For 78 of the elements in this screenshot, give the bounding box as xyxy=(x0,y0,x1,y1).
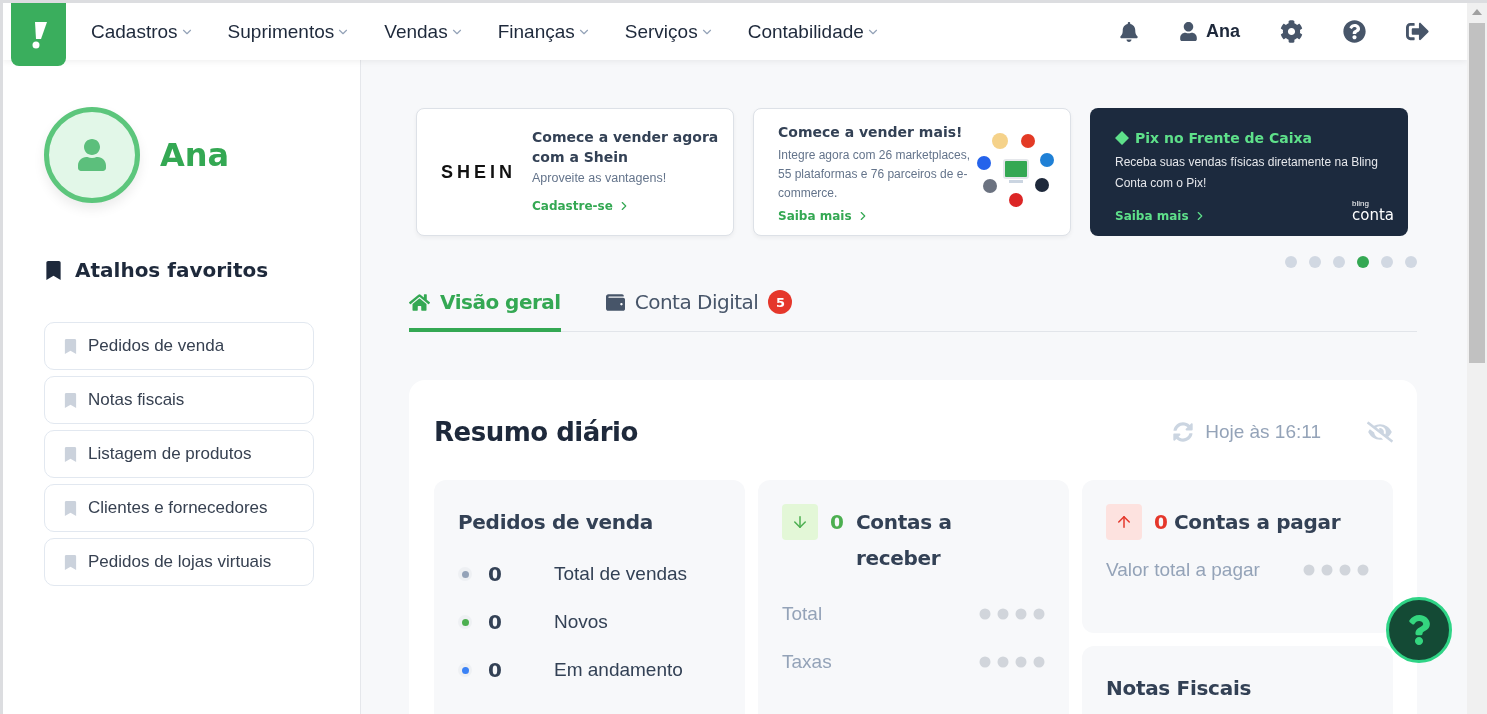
panel-title: Contas a receber xyxy=(855,509,953,572)
scrollbar[interactable] xyxy=(1467,3,1487,714)
user-menu[interactable]: Ana xyxy=(1159,21,1260,42)
panel-title: Contas a pagar xyxy=(1173,509,1341,536)
settings-icon xyxy=(1280,20,1303,43)
banner-title: Comece a vender mais! xyxy=(778,123,964,142)
help-icon xyxy=(1343,20,1366,43)
favorite-shortcut[interactable]: Notas fiscais xyxy=(44,376,314,424)
logout-icon xyxy=(1406,20,1429,43)
carousel-dot[interactable] xyxy=(1381,256,1393,268)
arrow-up-icon xyxy=(1115,513,1133,531)
count-badge: 5 xyxy=(768,290,793,314)
promo-banner[interactable]: Comece a vender mais! Integre agora com 26 marketplaces, 55 plataformas e 76 parceiros de e-commerce. Saiba mais xyxy=(753,108,1071,236)
order-count: 0 xyxy=(488,610,503,634)
bookmark-icon xyxy=(63,338,78,354)
carousel-dot[interactable] xyxy=(1405,256,1417,268)
nav-menu[interactable]: Suprimentos xyxy=(210,20,368,43)
card-title: Resumo diário xyxy=(434,417,639,447)
nav-menu[interactable]: Serviços xyxy=(607,20,731,43)
home-icon xyxy=(409,291,430,313)
pix-icon xyxy=(1115,131,1129,145)
favorite-shortcut[interactable]: Pedidos de venda xyxy=(44,322,314,370)
hidden-value-icon xyxy=(979,608,1045,620)
hidden-value-icon xyxy=(1303,564,1369,576)
wallet-icon xyxy=(605,292,625,312)
row-label: Taxas xyxy=(782,651,832,673)
brand-logo: SHEIN xyxy=(440,161,517,183)
row-label: Total de vendas xyxy=(554,563,688,585)
row-label: Valor total a pagar xyxy=(1106,559,1260,581)
row-label: Novos xyxy=(554,611,608,633)
banner-text: Integre agora com 26 marketplaces, 55 plataformas e 76 parceiros de e-commerce. xyxy=(778,147,972,202)
order-count: 0 xyxy=(488,658,503,682)
hidden-value-icon xyxy=(979,656,1045,668)
favorite-shortcut[interactable]: Listagem de produtos xyxy=(44,430,314,478)
bookmark-icon xyxy=(63,392,78,408)
refresh-icon[interactable] xyxy=(1173,422,1194,442)
row-label: Total xyxy=(782,603,823,625)
banner-title: Comece a vender agora com a Shein xyxy=(532,128,720,167)
nav-menu[interactable]: Finanças xyxy=(480,20,608,43)
promo-banner[interactable]: SHEIN Comece a vender agora com a Shein Aproveite as vantagens! Cadastre-se xyxy=(416,108,734,236)
panel-title: Pedidos de venda xyxy=(458,509,654,536)
favorite-shortcut[interactable]: Pedidos de lojas virtuais xyxy=(44,538,314,586)
promo-banner[interactable]: Pix no Frente de Caixa Receba suas vendas físicas diretamente na Bling Conta com o Pix! Saiba mais bling conta xyxy=(1090,108,1408,236)
panel-title: Notas Fiscais xyxy=(1106,675,1253,702)
bookmark-icon xyxy=(63,500,78,516)
scrollbar-thumb[interactable] xyxy=(1469,23,1485,363)
carousel-dot[interactable] xyxy=(1333,256,1345,268)
banner-link[interactable]: Saiba mais xyxy=(1115,209,1207,223)
banner-text: Aproveite as vantagens! xyxy=(532,170,668,187)
update-time: Hoje às 16:11 xyxy=(1205,421,1321,443)
nav-menu[interactable]: Contabilidade xyxy=(730,20,897,43)
tab[interactable]: Conta Digital 5 xyxy=(605,276,793,332)
carousel-dot[interactable] xyxy=(1357,256,1369,268)
user-icon xyxy=(76,139,108,171)
row-label: Em andamento xyxy=(554,659,683,681)
order-count: 0 xyxy=(488,562,503,586)
bookmark-icon xyxy=(63,554,78,570)
nav-menu[interactable]: Cadastros xyxy=(74,20,211,43)
banner-title-text: Pix no Frente de Caixa xyxy=(1135,129,1312,148)
bell-icon xyxy=(1119,21,1139,42)
banner-text: Receba suas vendas físicas diretamente na Bling Conta com o Pix! xyxy=(1115,154,1379,192)
hide-values-icon[interactable] xyxy=(1367,419,1393,445)
bookmark-icon xyxy=(44,260,63,280)
scroll-up-icon[interactable] xyxy=(1472,9,1482,15)
user-icon xyxy=(1179,22,1198,41)
brand-logo: conta xyxy=(1352,208,1394,223)
user-name: Ana xyxy=(160,136,230,174)
bookmark-icon xyxy=(63,446,78,462)
payable-count: 0 xyxy=(1154,509,1168,536)
favorite-shortcut[interactable]: Clientes e fornecedores xyxy=(44,484,314,532)
brand-logo-small: bling xyxy=(1352,200,1369,208)
carousel-dot[interactable] xyxy=(1309,256,1321,268)
app-logo[interactable] xyxy=(11,3,66,66)
arrow-down-icon xyxy=(791,513,809,531)
favorites-title: Atalhos favoritos xyxy=(75,258,269,282)
carousel-dot[interactable] xyxy=(1285,256,1297,268)
nav-menu[interactable]: Vendas xyxy=(367,20,481,43)
receivable-count: 0 xyxy=(830,509,844,536)
